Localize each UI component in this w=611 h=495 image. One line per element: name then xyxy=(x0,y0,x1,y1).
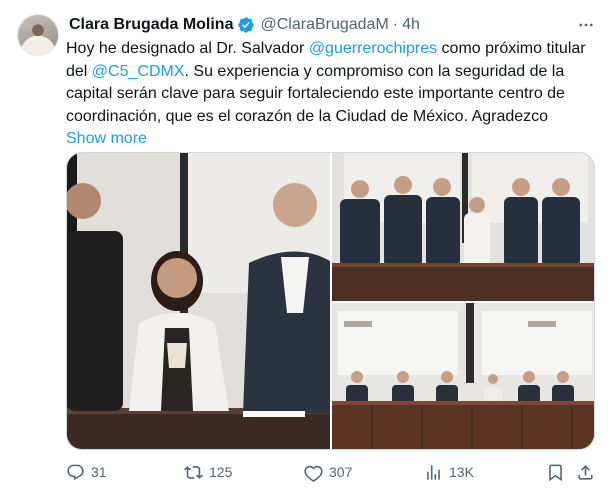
reply-icon xyxy=(67,464,84,480)
views-button[interactable]: 13K xyxy=(424,461,474,483)
like-button[interactable]: 307 xyxy=(304,461,352,483)
timestamp[interactable]: 4h xyxy=(402,16,420,34)
photo-2[interactable] xyxy=(332,153,594,301)
retweet-icon xyxy=(184,465,203,479)
share-button[interactable] xyxy=(576,461,595,483)
tweet[interactable]: Clara Brugada Molina @ClaraBrugadaM · 4h… xyxy=(0,0,611,495)
views-icon xyxy=(427,464,440,480)
tweet-header: Clara Brugada Molina @ClaraBrugadaM · 4h xyxy=(69,14,420,36)
reply-button[interactable]: 31 xyxy=(66,461,107,483)
like-icon xyxy=(304,465,323,482)
views-count: 13K xyxy=(449,464,474,480)
more-icon[interactable] xyxy=(575,14,597,36)
share-icon xyxy=(578,464,593,480)
photo-1[interactable] xyxy=(67,153,330,449)
separator-dot: · xyxy=(392,16,399,33)
bookmark-icon xyxy=(549,464,562,481)
mention-c5-cdmx[interactable]: @C5_CDMX xyxy=(92,63,185,80)
tweet-text: Hoy he designado al Dr. Salvador @guerre… xyxy=(66,38,596,151)
show-more-link[interactable]: Show more xyxy=(66,128,596,151)
like-count: 307 xyxy=(329,464,353,480)
verified-badge-icon xyxy=(237,16,255,34)
avatar[interactable] xyxy=(17,14,59,56)
text-segment: Hoy he designado al Dr. Salvador xyxy=(66,40,309,57)
retweet-button[interactable]: 125 xyxy=(184,461,232,483)
mention-guerrerochipres[interactable]: @guerrerochipres xyxy=(309,40,437,57)
handle[interactable]: @ClaraBrugadaM xyxy=(260,16,388,34)
retweet-count: 125 xyxy=(209,464,233,480)
media-grid xyxy=(66,152,595,450)
bookmark-button[interactable] xyxy=(546,461,565,483)
action-bar: 31 125 307 13K xyxy=(66,461,596,483)
display-name[interactable]: Clara Brugada Molina xyxy=(69,16,233,34)
photo-3[interactable] xyxy=(332,303,594,449)
reply-count: 31 xyxy=(91,464,107,480)
